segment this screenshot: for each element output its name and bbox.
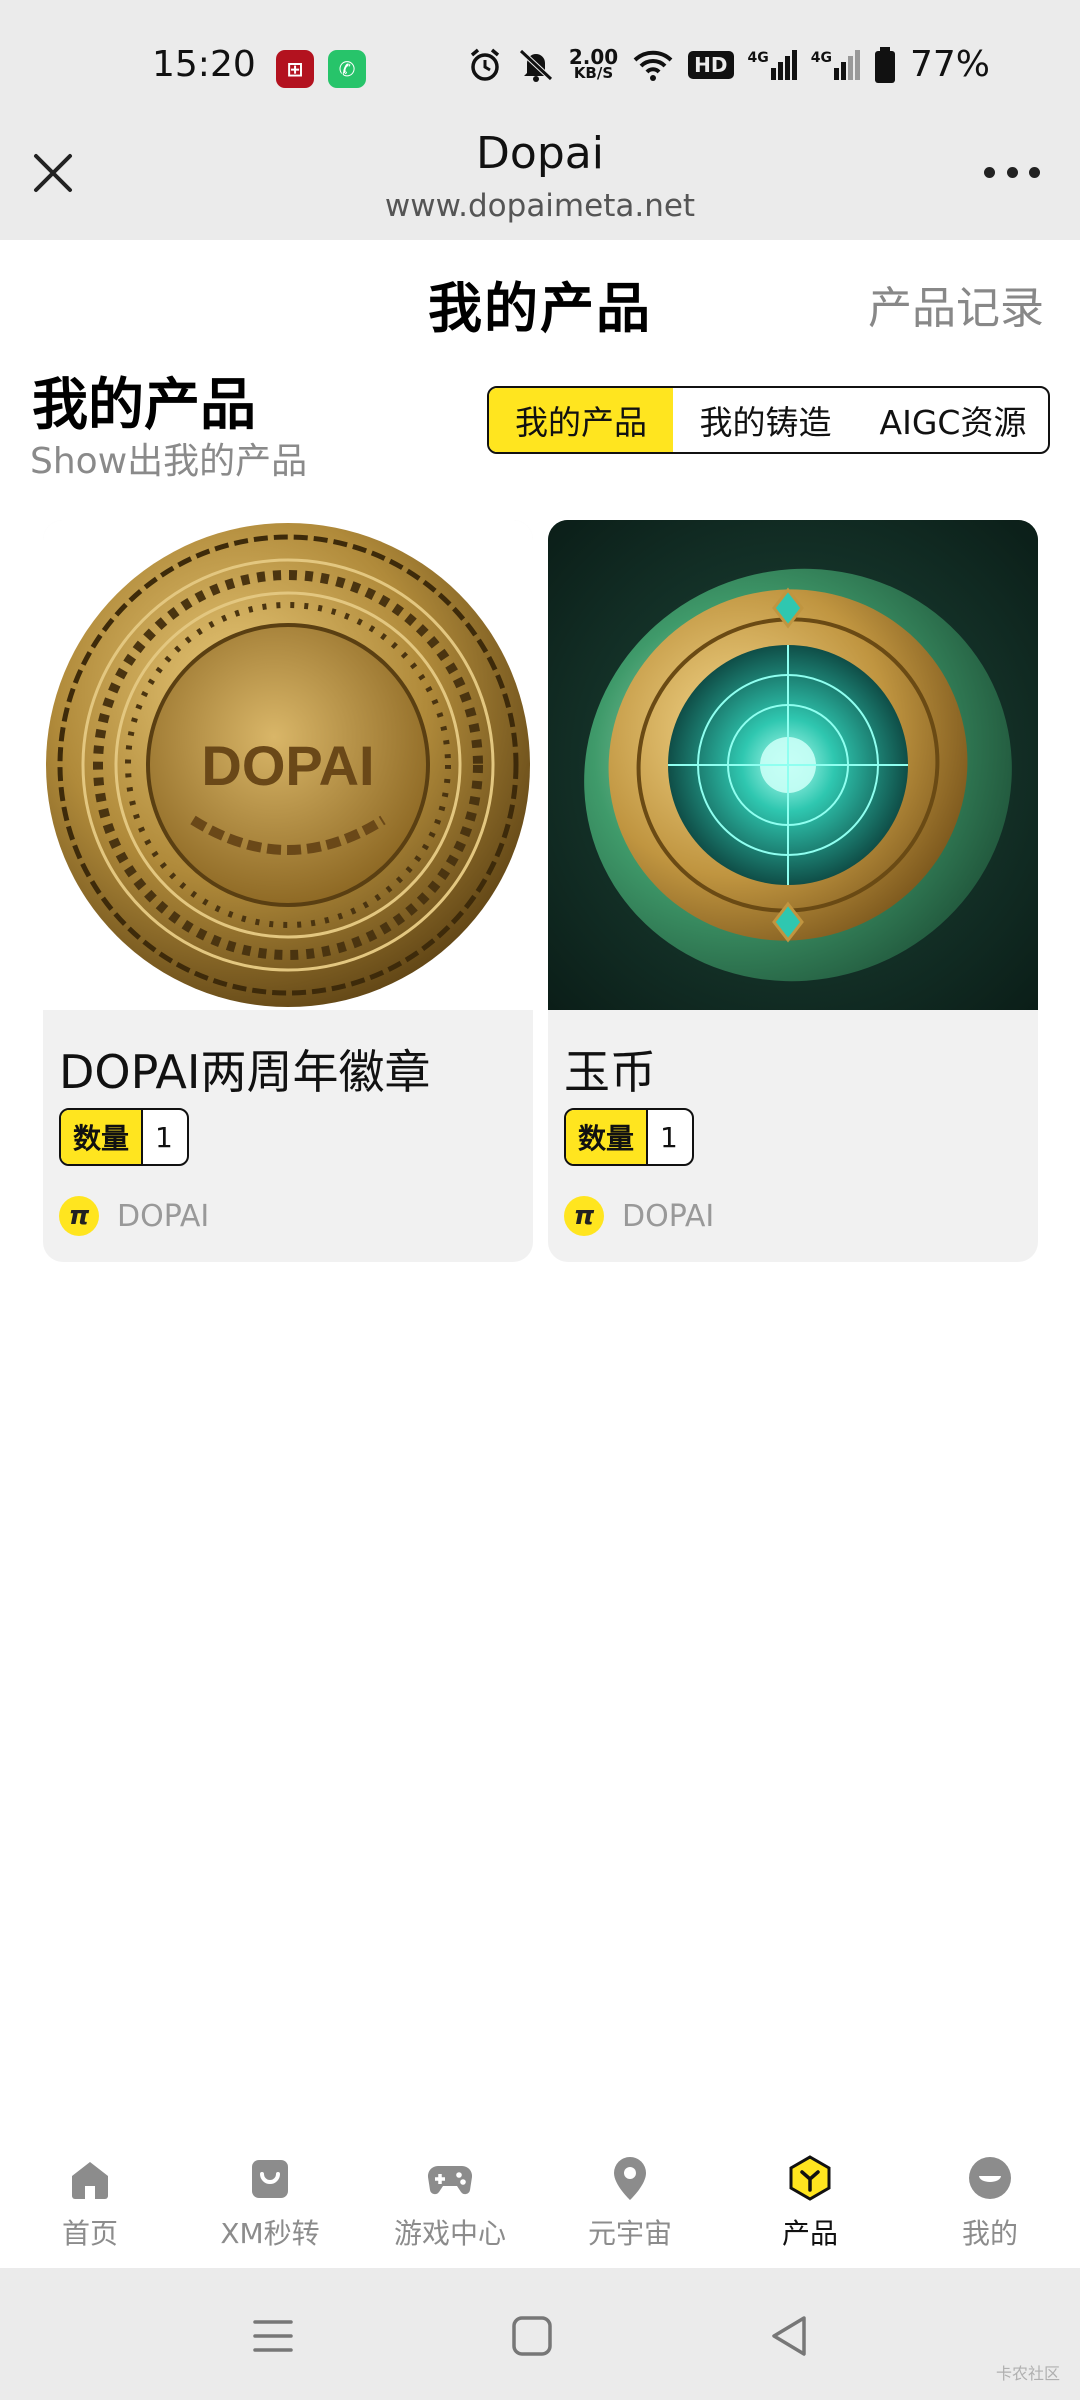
net-speed: 2.00 KB/S xyxy=(568,44,619,82)
nav-label: XM秒转 xyxy=(220,2217,320,2250)
gold-coin-image: DOPAI xyxy=(46,523,530,1007)
more-options-icon[interactable] xyxy=(984,162,1040,182)
creator-avatar-icon: π xyxy=(564,1196,604,1236)
gamepad-icon xyxy=(427,2165,473,2195)
nav-products[interactable]: 产品 xyxy=(720,2154,900,2264)
nav-label: 元宇宙 xyxy=(587,2217,672,2250)
creator-name: DOPAI xyxy=(117,1198,210,1234)
hd-icon: HD xyxy=(688,50,734,79)
creator: π DOPAI xyxy=(59,1196,209,1236)
phone-app-icon: ✆ xyxy=(328,50,366,88)
product-card[interactable]: DOPAI DOPAI两周年徽章 数量 1 π DOPAI xyxy=(43,520,533,1262)
nav-xm-transfer[interactable]: XM秒转 xyxy=(180,2154,360,2264)
product-hexagon-icon xyxy=(789,2155,831,2201)
jade-coin-image xyxy=(548,520,1038,1010)
tab-aigc-resources[interactable]: AIGC资源 xyxy=(858,388,1048,452)
product-card[interactable]: 玉币 数量 1 π DOPAI xyxy=(548,520,1038,1262)
bottom-nav: 首页 XM秒转 游戏中心 元宇宙 产品 我的 xyxy=(0,2140,1080,2268)
section-subtitle: Show出我的产品 xyxy=(30,441,308,482)
bag-icon xyxy=(252,2160,288,2198)
nav-label: 产品 xyxy=(781,2217,838,2250)
page-header: 我的产品 产品记录 xyxy=(0,240,1080,350)
browser-url: www.dopaimeta.net xyxy=(384,188,696,224)
quantity-label: 数量 xyxy=(566,1110,647,1164)
home-square-icon[interactable] xyxy=(504,2308,560,2364)
product-name: 玉币 xyxy=(564,1045,656,1099)
product-tabs: 我的产品 我的铸造 AIGC资源 xyxy=(487,386,1050,454)
product-name: DOPAI两周年徽章 xyxy=(59,1045,431,1099)
status-icons: 2.00 KB/S HD 4G 4G 77% xyxy=(467,44,990,85)
quantity-value: 1 xyxy=(141,1110,187,1164)
tab-my-minting[interactable]: 我的铸造 xyxy=(673,388,858,452)
signal-bars-icon xyxy=(770,49,797,80)
browser-title: Dopai xyxy=(476,128,604,179)
status-bar: 15:20 ⊞ ✆ 2.00 KB/S HD 4G 4G 77% xyxy=(0,0,1080,138)
nav-game-center[interactable]: 游戏中心 xyxy=(360,2154,540,2264)
quantity-badge: 数量 1 xyxy=(59,1108,189,1166)
nav-profile[interactable]: 我的 xyxy=(900,2154,1080,2264)
status-time: 15:20 xyxy=(152,44,256,85)
coin-embossed-text: DOPAI xyxy=(201,734,374,797)
nav-label: 我的 xyxy=(961,2217,1018,2250)
location-pin-icon xyxy=(614,2157,646,2200)
product-image-gold-coin: DOPAI xyxy=(43,520,533,1010)
alarm-icon xyxy=(470,48,499,81)
creator-name: DOPAI xyxy=(622,1198,715,1234)
creator: π DOPAI xyxy=(564,1196,714,1236)
section-title: 我的产品 xyxy=(32,373,256,438)
menu-icon[interactable] xyxy=(245,2308,301,2364)
back-icon[interactable] xyxy=(762,2308,818,2364)
battery-icon xyxy=(874,46,895,83)
creator-avatar-icon: π xyxy=(59,1196,99,1236)
quantity-badge: 数量 1 xyxy=(564,1108,694,1166)
quantity-label: 数量 xyxy=(61,1110,142,1164)
profile-face-icon xyxy=(969,2157,1011,2199)
nav-home[interactable]: 首页 xyxy=(0,2154,180,2264)
product-records-link[interactable]: 产品记录 xyxy=(868,272,1044,336)
home-icon xyxy=(72,2162,108,2199)
quantity-value: 1 xyxy=(646,1110,692,1164)
browser-header: Dopai www.dopaimeta.net xyxy=(0,128,1080,240)
system-nav-bar: 卡农社区 xyxy=(0,2268,1080,2400)
nav-label: 首页 xyxy=(61,2217,118,2250)
watermark: 卡农社区 xyxy=(995,2364,1060,2383)
nav-label: 游戏中心 xyxy=(393,2217,506,2250)
bank-app-icon: ⊞ xyxy=(276,50,314,88)
tab-my-products[interactable]: 我的产品 xyxy=(489,388,673,452)
battery-percent: 77% xyxy=(909,44,990,85)
signal-bars-icon xyxy=(833,49,860,80)
signal-1: 4G xyxy=(748,49,797,80)
wifi-icon xyxy=(633,50,673,81)
signal-2: 4G xyxy=(811,49,860,80)
nav-metaverse[interactable]: 元宇宙 xyxy=(540,2154,720,2264)
mute-icon xyxy=(519,48,553,82)
product-image-jade-coin xyxy=(548,520,1038,1010)
